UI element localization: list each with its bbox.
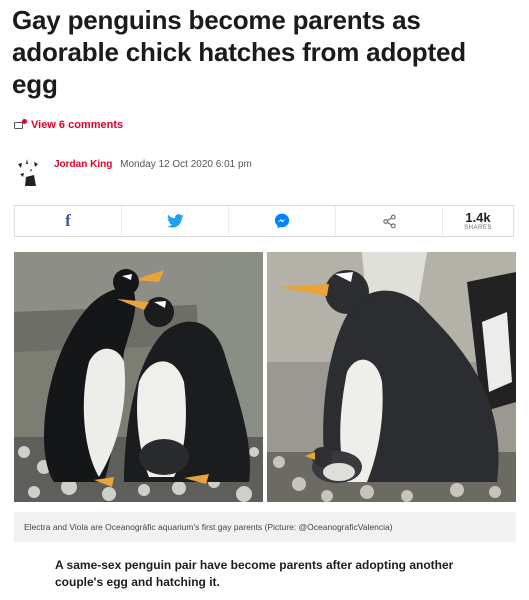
photo-right-penguin-chick[interactable] <box>267 252 516 502</box>
share-count: 1.4k SHARES <box>443 206 513 236</box>
author-name[interactable]: Jordan King <box>54 159 112 170</box>
comment-icon <box>14 118 27 131</box>
publish-date: Monday 12 Oct 2020 6:01 pm <box>120 159 252 170</box>
article-headline: Gay penguins become parents as adorable … <box>12 5 466 99</box>
facebook-share-button[interactable]: f <box>15 206 122 236</box>
generic-share-button[interactable] <box>336 206 443 236</box>
messenger-icon <box>274 213 290 229</box>
view-comments-link[interactable]: View 6 comments <box>14 118 124 131</box>
twitter-share-button[interactable] <box>122 206 229 236</box>
share-icon <box>382 214 396 228</box>
photo-left-penguins[interactable] <box>14 252 263 502</box>
share-count-value: 1.4k <box>465 209 491 225</box>
article-photos <box>14 252 516 502</box>
facebook-icon: f <box>65 211 71 230</box>
author-byline: Jordan King Monday 12 Oct 2020 6:01 pm <box>12 155 252 189</box>
share-count-label: SHARES <box>464 224 492 231</box>
photo-caption: Electra and Viola are Oceanogràfic aquar… <box>14 512 516 542</box>
messenger-share-button[interactable] <box>229 206 336 236</box>
comments-label: View 6 comments <box>31 119 124 131</box>
twitter-icon <box>166 214 184 228</box>
author-avatar[interactable] <box>12 155 46 189</box>
article-lede: A same-sex penguin pair have become pare… <box>55 558 454 589</box>
byline-text: Jordan King Monday 12 Oct 2020 6:01 pm <box>54 159 252 171</box>
caption-text: Electra and Viola are Oceanogràfic aquar… <box>24 522 393 532</box>
share-bar: f 1.4k SHARES <box>14 205 514 237</box>
